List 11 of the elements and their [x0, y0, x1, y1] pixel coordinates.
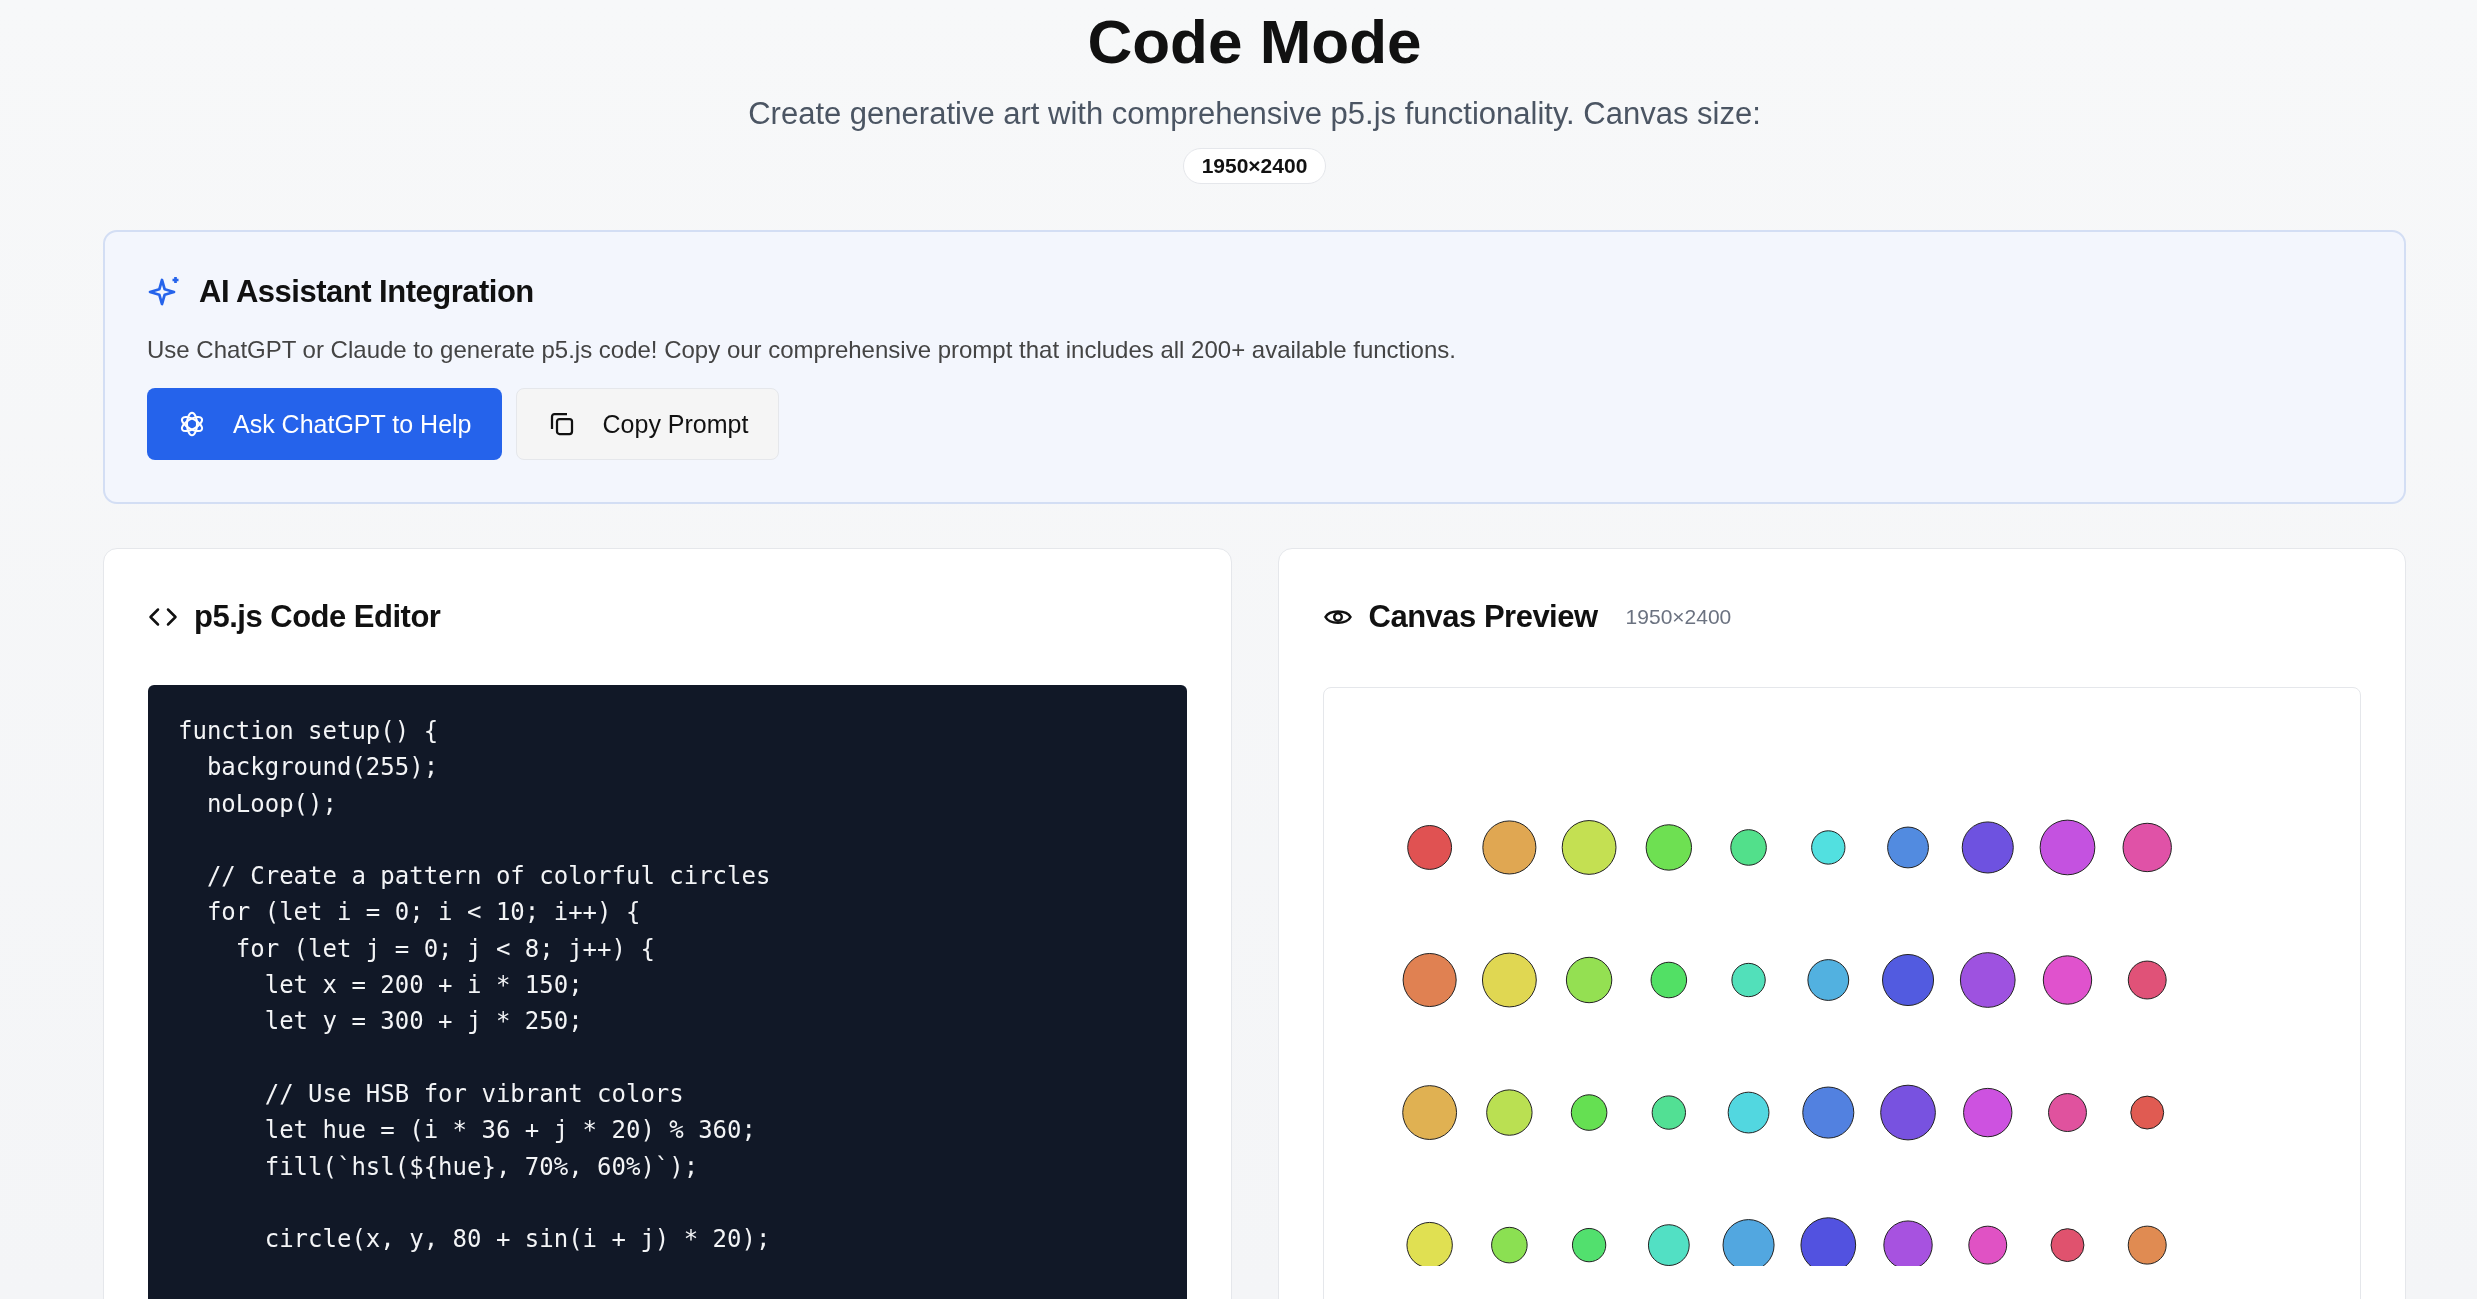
preview-title: Canvas Preview [1368, 599, 1598, 635]
page-title: Code Mode [1087, 6, 1422, 78]
copy-prompt-button[interactable]: Copy Prompt [515, 388, 780, 460]
card-description: Use ChatGPT or Claude to generate p5.js code! Copy our comprehensive prompt that includes all 200+ available functions. [147, 336, 1457, 364]
ask-chatgpt-button[interactable]: Ask ChatGPT to Help [147, 388, 502, 460]
page-subtitle: Create generative art with comprehensive p5.js functionality. Canvas size: [748, 95, 1761, 133]
editor-title: p5.js Code Editor [194, 599, 441, 635]
code-editor[interactable]: function setup() { background(255); noLoop(); // Create a pattern of colorful circles for (let i = 0; i < 10; i++) { for (let j = 0; j < 8; j++) { let x = 200 + i * 150; let y = 300 + j * 250; // Use HSB for vibrant colors let hue = (i * 36 + j * 20) % 360; fill(`hsl(${hue}, 70%, 60%)`); circle(x, y, 80 + sin(i + j) * 20); [148, 685, 1187, 1299]
preview-size: 1950×2400 [1625, 605, 1732, 629]
card-title: AI Assistant Integration [199, 274, 534, 310]
canvas-size-badge: 1950×2400 [1182, 148, 1327, 184]
